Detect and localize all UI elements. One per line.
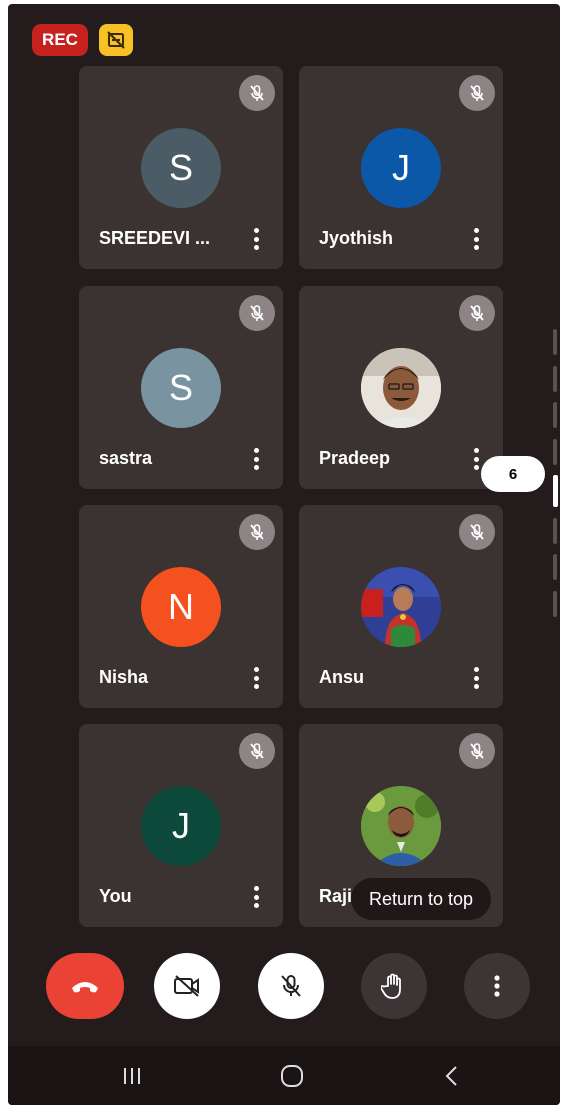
participant-name: Nisha <box>99 667 149 687</box>
avatar-photo <box>361 348 441 428</box>
scroll-indicator[interactable] <box>553 329 560 617</box>
mic-off-icon <box>459 733 495 769</box>
mic-off-icon <box>281 975 301 997</box>
avatar-letter: N <box>168 586 194 627</box>
more-vert-icon[interactable] <box>249 884 263 910</box>
meeting-screen: REC S SREEDEVI ... J Jyothish S sastra P… <box>8 4 560 1105</box>
avatar-letter: J <box>172 805 190 846</box>
return-to-top-button[interactable]: Return to top <box>351 878 491 920</box>
mic-off-icon <box>239 514 275 550</box>
mic-off-icon <box>459 295 495 331</box>
mic-off-icon <box>239 75 275 111</box>
more-options-button[interactable] <box>464 953 530 1019</box>
more-vert-icon[interactable] <box>249 446 263 472</box>
avatar: J <box>361 128 441 208</box>
participant-name: Ansu <box>319 667 364 687</box>
more-vert-icon[interactable] <box>249 226 263 252</box>
no-captions-icon[interactable] <box>99 24 133 56</box>
mic-toggle-button[interactable] <box>258 953 324 1019</box>
participant-tile[interactable]: N Nisha <box>79 505 283 708</box>
more-vert-icon[interactable] <box>469 226 483 252</box>
more-vert-icon[interactable] <box>249 665 263 691</box>
home-icon[interactable] <box>274 1060 310 1092</box>
end-call-button[interactable] <box>46 953 124 1019</box>
camera-toggle-button[interactable] <box>154 953 220 1019</box>
avatar-letter: S <box>168 367 193 408</box>
mic-off-icon <box>459 75 495 111</box>
camera-off-icon <box>174 975 199 997</box>
participant-tile[interactable]: S SREEDEVI ... <box>79 66 283 269</box>
mic-off-icon <box>459 514 495 550</box>
participant-name: sastra <box>99 448 153 468</box>
participant-name: Raji <box>319 886 353 906</box>
participant-tile[interactable]: J Jyothish <box>299 66 503 269</box>
raise-hand-icon <box>381 973 401 999</box>
avatar-photo <box>361 786 441 866</box>
more-vert-icon <box>494 975 500 997</box>
participant-tile[interactable]: S sastra <box>79 286 283 489</box>
back-icon[interactable] <box>434 1060 470 1092</box>
participant-name: Jyothish <box>319 228 394 248</box>
raise-hand-button[interactable] <box>361 953 427 1019</box>
more-vert-icon[interactable] <box>469 665 483 691</box>
avatar-letter: J <box>392 147 410 188</box>
system-nav-bar <box>8 1046 560 1105</box>
avatar: S <box>141 128 221 208</box>
participant-tile[interactable]: J You <box>79 724 283 927</box>
avatar: J <box>141 786 221 866</box>
recording-badge: REC <box>32 24 88 56</box>
participant-name: Pradeep <box>319 448 391 468</box>
phone-hangup-icon <box>72 982 98 993</box>
mic-off-icon <box>239 733 275 769</box>
participant-tile[interactable]: Pradeep <box>299 286 503 489</box>
avatar: S <box>141 348 221 428</box>
avatar-photo <box>361 567 441 647</box>
recents-icon[interactable] <box>114 1060 150 1092</box>
mic-off-icon <box>239 295 275 331</box>
participant-name: You <box>99 886 132 906</box>
avatar-letter: S <box>168 147 193 188</box>
avatar: N <box>141 567 221 647</box>
page-indicator: 6 <box>481 456 545 492</box>
participant-name: SREEDEVI ... <box>99 228 211 248</box>
participant-tile[interactable]: Ansu <box>299 505 503 708</box>
